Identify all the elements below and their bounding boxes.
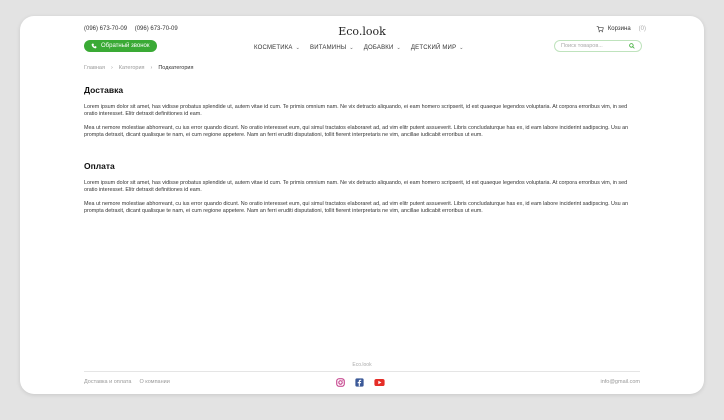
nav-item-kids-world[interactable]: ДЕТСКИЙ МИР ⌄ — [411, 45, 464, 51]
page-frame: (096) 673-70-09 (096) 673-70-09 Обратный… — [20, 16, 704, 394]
footer-email[interactable]: info@gmail.com — [600, 379, 640, 385]
breadcrumb-separator: › — [150, 65, 153, 71]
breadcrumb-current: Подкатегория — [158, 65, 194, 71]
main-nav: КОСМЕТИКА ⌄ ВИТАМИНЫ ⌄ ДОБАВКИ ⌄ ДЕТСКИЙ… — [254, 45, 464, 51]
footer-link-about[interactable]: О компании — [139, 379, 169, 385]
cart-count: (0) — [638, 26, 646, 32]
search-input[interactable] — [561, 43, 621, 49]
footer-link-delivery-payment[interactable]: Доставка и оплата — [84, 379, 131, 385]
section-title-payment: Оплата — [84, 161, 115, 171]
facebook-icon[interactable] — [355, 378, 364, 387]
nav-item-label: ВИТАМИНЫ — [310, 45, 347, 51]
breadcrumb-home[interactable]: Главная — [84, 65, 105, 71]
nav-item-label: ДОБАВКИ — [363, 45, 394, 51]
section-title-delivery: Доставка — [84, 85, 124, 95]
nav-item-label: ДЕТСКИЙ МИР — [410, 45, 457, 51]
breadcrumb: Главная › Категория › Подкатегория — [84, 65, 193, 71]
footer-links: Доставка и оплата О компании — [84, 379, 170, 385]
nav-item-supplements[interactable]: ДОБАВКИ ⌄ — [364, 45, 401, 51]
nav-item-vitamins[interactable]: ВИТАМИНЫ ⌄ — [310, 45, 354, 51]
nav-item-label: КОСМЕТИКА — [254, 45, 293, 51]
callback-label: Обратный звонок — [101, 43, 150, 49]
footer-brand: Eco.look — [352, 362, 372, 368]
callback-button[interactable]: Обратный звонок — [84, 40, 157, 52]
breadcrumb-separator: › — [110, 65, 113, 71]
chevron-down-icon: ⌄ — [396, 45, 401, 51]
cart-icon — [596, 26, 604, 33]
instagram-icon[interactable] — [336, 378, 345, 387]
nav-item-cosmetics[interactable]: КОСМЕТИКА ⌄ — [254, 45, 300, 51]
paragraph: Mea ut nemore molestiae abhorreant, cu i… — [84, 125, 629, 138]
cart-link[interactable]: Корзина (0) — [596, 25, 646, 33]
paragraph: Lorem ipsum dolor sit amet, has vidisse … — [84, 104, 628, 117]
chevron-down-icon: ⌄ — [349, 45, 354, 51]
breadcrumb-category[interactable]: Категория — [119, 65, 145, 71]
chevron-down-icon: ⌄ — [459, 45, 464, 51]
footer-divider — [84, 371, 640, 372]
search-box — [554, 40, 642, 52]
paragraph: Lorem ipsum dolor sit amet, has vidisse … — [84, 180, 628, 193]
phone-icon — [91, 43, 97, 49]
youtube-icon[interactable] — [374, 378, 385, 387]
paragraph: Mea ut nemore molestiae abhorreant, cu i… — [84, 201, 629, 214]
chevron-down-icon: ⌄ — [295, 45, 301, 51]
cart-label: Корзина — [607, 26, 631, 32]
search-icon[interactable] — [629, 43, 635, 49]
social-links — [336, 378, 385, 387]
